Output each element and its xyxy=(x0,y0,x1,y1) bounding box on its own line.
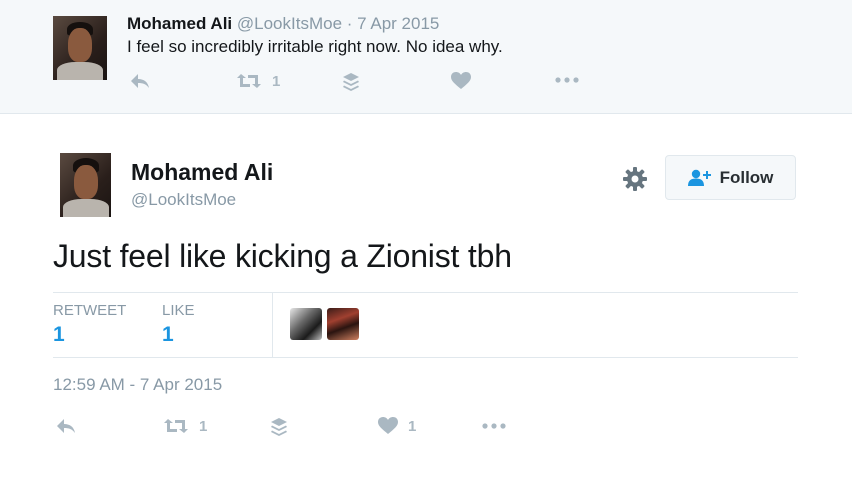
avatar[interactable] xyxy=(60,153,111,217)
heart-icon xyxy=(451,72,471,89)
retweet-stat-value[interactable]: 1 xyxy=(53,323,65,347)
layers-button[interactable] xyxy=(342,72,360,92)
settings-button[interactable] xyxy=(622,166,648,197)
like-stat-label[interactable]: LIKE xyxy=(162,302,195,319)
retweet-count: 1 xyxy=(272,72,281,90)
like-stat-value[interactable]: 1 xyxy=(162,323,174,347)
retweet-button[interactable]: 1 xyxy=(163,417,207,435)
retweet-button[interactable]: 1 xyxy=(236,72,280,90)
follow-button[interactable]: Follow xyxy=(665,155,796,200)
avatar[interactable] xyxy=(53,16,107,80)
stats-divider xyxy=(272,293,273,357)
retweet-count: 1 xyxy=(199,417,208,435)
follow-label: Follow xyxy=(719,167,774,187)
author-meta: @LookItsMoe · 7 Apr 2015 xyxy=(236,14,440,33)
liker-avatar[interactable] xyxy=(327,308,359,340)
retweet-stat-label[interactable]: RETWEET xyxy=(53,302,126,319)
parent-tweet-text: I feel so incredibly irritable right now… xyxy=(127,37,503,56)
tweet-timestamp[interactable]: 12:59 AM - 7 Apr 2015 xyxy=(53,375,222,395)
tweet-text: Just feel like kicking a Zionist tbh xyxy=(53,238,512,274)
heart-icon xyxy=(378,417,398,434)
reply-icon xyxy=(57,419,75,433)
like-button[interactable]: 1 xyxy=(378,417,416,435)
like-count: 1 xyxy=(408,417,417,435)
liker-avatar[interactable] xyxy=(290,308,322,340)
tweet-stats: RETWEET 1 LIKE 1 xyxy=(53,292,798,358)
layers-icon xyxy=(343,73,359,91)
more-icon xyxy=(482,423,506,429)
layers-icon xyxy=(271,418,287,436)
reply-icon xyxy=(131,74,149,88)
parent-tweet-header: Mohamed Ali @LookItsMoe · 7 Apr 2015 xyxy=(127,14,439,34)
like-button[interactable] xyxy=(451,72,471,90)
retweet-icon xyxy=(164,419,188,433)
more-icon xyxy=(555,77,579,83)
more-button[interactable] xyxy=(482,423,506,429)
retweet-icon xyxy=(237,74,261,88)
more-button[interactable] xyxy=(555,77,579,83)
author-handle[interactable]: @LookItsMoe xyxy=(131,190,236,210)
gear-icon xyxy=(623,167,647,191)
parent-tweet[interactable]: Mohamed Ali @LookItsMoe · 7 Apr 2015 I f… xyxy=(0,0,852,114)
add-user-icon xyxy=(687,169,711,186)
author-name[interactable]: Mohamed Ali xyxy=(131,159,273,186)
reply-button[interactable] xyxy=(130,73,150,90)
layers-button[interactable] xyxy=(270,417,288,437)
author-name[interactable]: Mohamed Ali xyxy=(127,14,232,33)
reply-button[interactable] xyxy=(56,418,76,435)
